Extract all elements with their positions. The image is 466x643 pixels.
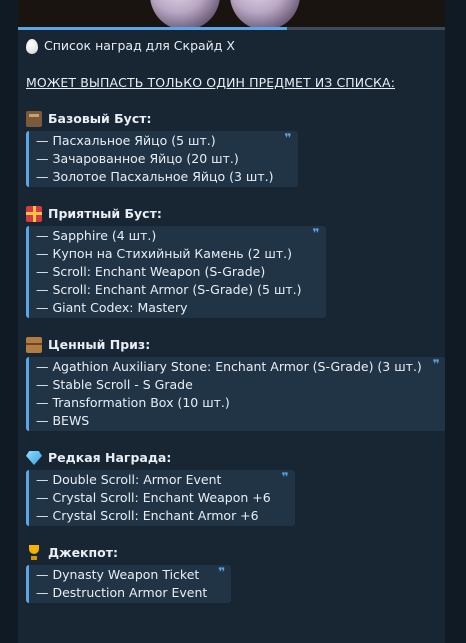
quote-block[interactable]: ❞ — Sapphire (4 шт.) — Купон на Стихийны…: [26, 226, 326, 318]
notice-text: МОЖЕТ ВЫПАСТЬ ТОЛЬКО ОДИН ПРЕДМЕТ ИЗ СПИ…: [26, 75, 395, 90]
trophy-icon: [26, 545, 42, 561]
quote-block[interactable]: ❞ — Пасхальное Яйцо (5 шт.) — Зачарованн…: [26, 131, 298, 187]
section-header: Приятный Буст:: [26, 205, 437, 223]
egg-image: [150, 0, 220, 30]
list-item: — Stable Scroll - S Grade: [36, 377, 193, 392]
message-title-text: Список наград для Скрайд Х: [44, 38, 235, 53]
section-title: Приятный Буст:: [48, 206, 162, 221]
quote-block[interactable]: ❞ — Dynasty Weapon Ticket — Destruction …: [26, 565, 232, 603]
media-preview[interactable]: [18, 0, 445, 30]
section-header: Джекпот:: [26, 544, 437, 562]
section-title: Базовый Буст:: [48, 111, 152, 126]
list-item: — Купон на Стихийный Камень (2 шт.): [36, 246, 292, 261]
list-item: — Crystal Scroll: Enchant Weapon +6: [36, 490, 271, 505]
section-title: Ценный Приз:: [48, 337, 151, 352]
gem-icon: [26, 451, 42, 465]
list-item: — Scroll: Enchant Armor (S-Grade) (5 шт.…: [36, 282, 302, 297]
list-item: — Пасхальное Яйцо (5 шт.): [36, 133, 216, 148]
list-item: — Double Scroll: Armor Event: [36, 472, 222, 487]
section-header: Редкая Награда:: [26, 449, 437, 467]
egg-icon: [26, 38, 38, 54]
list-item: — Sapphire (4 шт.): [36, 228, 157, 243]
message-title: Список наград для Скрайд Х: [26, 37, 437, 55]
list-item: — Giant Codex: Mastery: [36, 300, 188, 315]
message-content: Список наград для Скрайд Х МОЖЕТ ВЫПАСТЬ…: [18, 30, 445, 603]
list-item: — BEWS: [36, 413, 90, 428]
media-progress-bar: [18, 27, 445, 30]
section-title: Редкая Награда:: [48, 450, 172, 465]
quote-icon: ❞: [284, 131, 292, 145]
media-progress-fill: [18, 27, 287, 30]
quote-block[interactable]: ❞ — Double Scroll: Armor Event — Crystal…: [26, 470, 295, 526]
quote-icon: ❞: [218, 565, 226, 579]
quote-block[interactable]: ❞ — Agathion Auxiliary Stone: Enchant Ar…: [26, 357, 445, 431]
section-header: Ценный Приз:: [26, 336, 437, 354]
list-item: — Agathion Auxiliary Stone: Enchant Armo…: [36, 359, 422, 374]
egg-image: [230, 0, 300, 30]
quote-icon: ❞: [312, 226, 320, 240]
list-item: — Crystal Scroll: Enchant Armor +6: [36, 508, 259, 523]
list-item: — Dynasty Weapon Ticket: [36, 567, 200, 582]
list-item: — Transformation Box (10 шт.): [36, 395, 230, 410]
box-icon: [26, 111, 42, 127]
message-bubble: Список наград для Скрайд Х МОЖЕТ ВЫПАСТЬ…: [18, 0, 445, 643]
quote-icon: ❞: [432, 357, 440, 371]
section-title: Джекпот:: [48, 545, 119, 560]
list-item: — Золотое Пасхальное Яйцо (3 шт.): [36, 169, 274, 184]
gift-icon: [26, 206, 42, 222]
list-item: — Scroll: Enchant Weapon (S-Grade): [36, 264, 266, 279]
list-item: — Зачарованное Яйцо (20 шт.): [36, 151, 239, 166]
list-item: — Destruction Armor Event: [36, 585, 208, 600]
section-header: Базовый Буст:: [26, 110, 437, 128]
package-icon: [26, 337, 42, 353]
quote-icon: ❞: [281, 470, 289, 484]
